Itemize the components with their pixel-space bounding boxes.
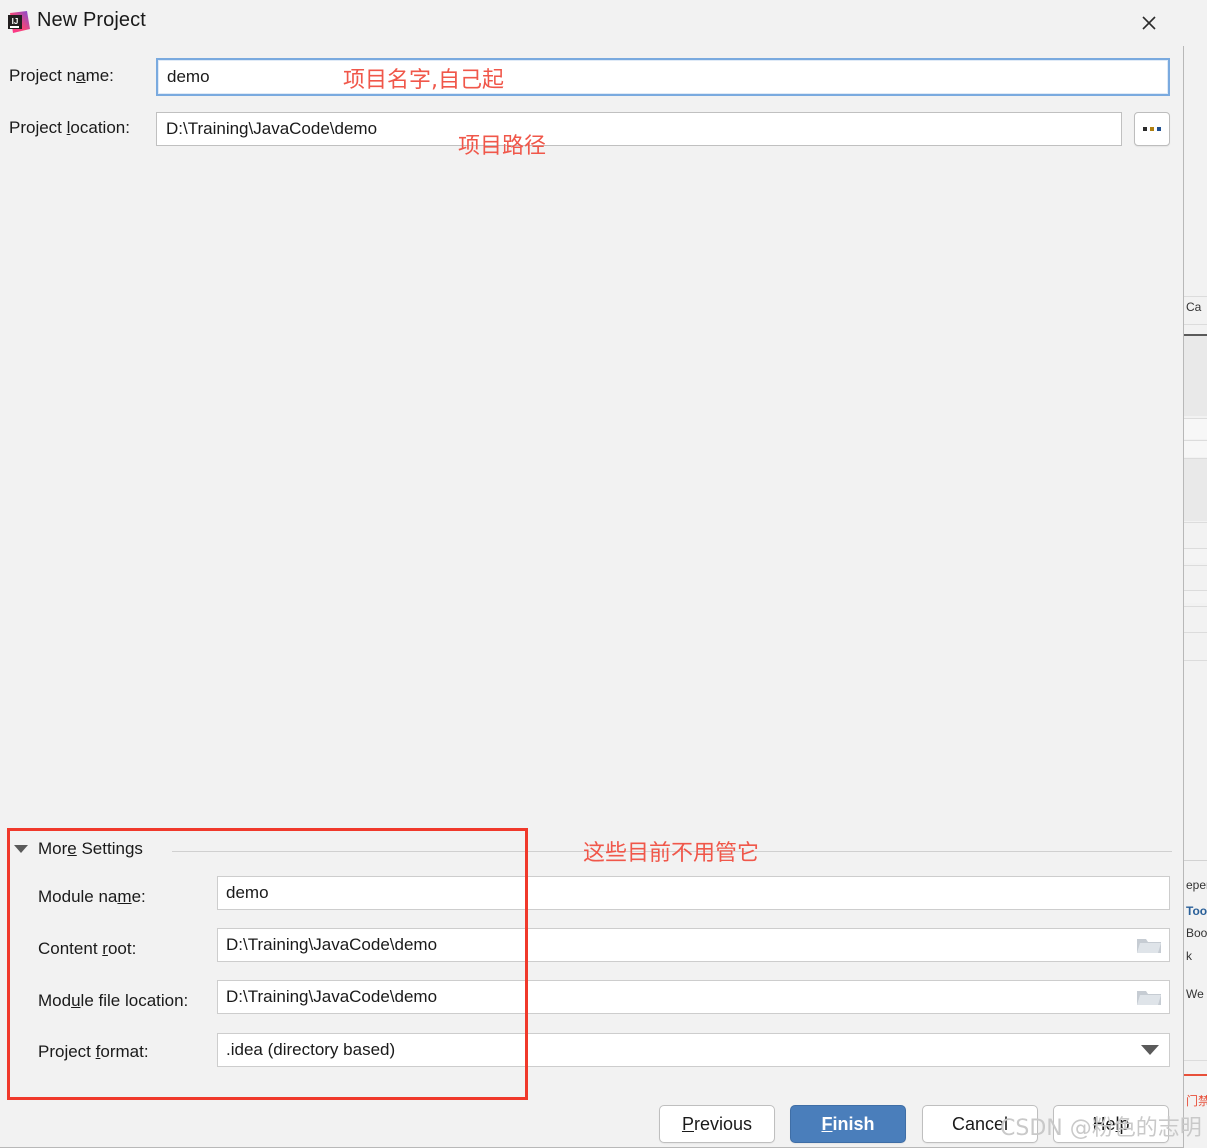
annotation-more-settings: 这些目前不用管它: [583, 841, 760, 866]
more-settings-toggle-chevron-down-icon[interactable]: [14, 845, 28, 853]
button-label: inish: [832, 1113, 875, 1134]
module-file-location-input[interactable]: D:\Training\JavaCode\demo: [217, 980, 1170, 1014]
label-mnemonic: m: [117, 887, 132, 906]
module-name-label: Module name:: [38, 887, 146, 907]
help-button[interactable]: Help: [1053, 1105, 1169, 1143]
module-name-input[interactable]: demo: [217, 876, 1170, 910]
ide-fragment: We: [1186, 987, 1204, 1001]
ellipsis-icon: [1143, 127, 1161, 131]
screen-root: Ca epen Too Boo k We 门禁: [0, 0, 1207, 1148]
project-name-label: Project name:: [9, 66, 114, 86]
close-button[interactable]: [1132, 6, 1166, 40]
ide-fragment: epen: [1186, 878, 1207, 892]
module-file-location-label: Module file location:: [38, 991, 188, 1011]
label-part: ormat:: [100, 1042, 149, 1061]
label-part: Project: [9, 118, 67, 137]
label-part: Content: [38, 939, 103, 958]
label-part: Mor: [38, 839, 68, 858]
button-label: Cancel: [951, 1113, 1009, 1134]
label-part: ocation:: [70, 118, 130, 137]
more-settings-title[interactable]: More Settings: [38, 839, 143, 859]
label-part: Project: [38, 1042, 96, 1061]
label-part: me:: [85, 66, 114, 85]
label-part: Project n: [9, 66, 77, 85]
label-part: Module na: [38, 887, 118, 906]
new-project-dialog: IJ New Project Project name: demo Projec…: [0, 0, 1184, 1148]
ide-fragment: 门禁: [1186, 1094, 1207, 1108]
ide-fragment: Too: [1186, 904, 1207, 918]
intellij-idea-icon: IJ: [7, 10, 31, 34]
label-mnemonic: u: [71, 991, 81, 1010]
annotation-project-name: 项目名字,自己起: [343, 68, 504, 93]
annotation-project-location: 项目路径: [458, 134, 547, 159]
cancel-button[interactable]: Cancel: [922, 1105, 1038, 1143]
close-icon: [1142, 16, 1156, 30]
project-location-browse-button[interactable]: [1134, 112, 1170, 146]
content-root-label: Content root:: [38, 939, 136, 959]
button-label: He: [1092, 1113, 1116, 1134]
dialog-titlebar: IJ New Project: [0, 0, 1184, 46]
finish-button[interactable]: Finish: [790, 1105, 906, 1143]
ide-fragment: Ca: [1186, 300, 1202, 314]
button-label: p: [1119, 1113, 1130, 1134]
ide-fragment: k: [1186, 949, 1192, 963]
project-location-label: Project location:: [9, 118, 130, 138]
module-file-location-folder-icon[interactable]: [1136, 987, 1162, 1007]
content-root-folder-icon[interactable]: [1136, 935, 1162, 955]
project-name-input[interactable]: demo: [156, 58, 1170, 96]
background-ide-strip: Ca epen Too Boo k We 门禁: [1183, 0, 1207, 1148]
project-format-chevron-down-icon[interactable]: [1141, 1045, 1159, 1055]
label-part: Mod: [38, 991, 72, 1010]
label-mnemonic: a: [76, 66, 86, 85]
button-mnemonic: P: [681, 1113, 694, 1134]
svg-text:IJ: IJ: [12, 17, 19, 26]
project-location-input[interactable]: D:\Training\JavaCode\demo: [156, 112, 1122, 146]
label-part: oot:: [107, 939, 137, 958]
content-root-input[interactable]: D:\Training\JavaCode\demo: [217, 928, 1170, 962]
project-format-label: Project format:: [38, 1042, 149, 1062]
button-label: revious: [693, 1113, 753, 1134]
label-part: Settings: [76, 839, 143, 858]
project-format-select[interactable]: .idea (directory based): [217, 1033, 1170, 1067]
previous-button[interactable]: Previous: [659, 1105, 775, 1143]
label-part: e:: [131, 887, 146, 906]
ide-fragment: Boo: [1186, 926, 1207, 940]
label-mnemonic: e: [67, 839, 77, 858]
button-mnemonic: F: [821, 1113, 833, 1134]
page-title: New Project: [37, 9, 146, 31]
label-part: le file location:: [80, 991, 189, 1010]
